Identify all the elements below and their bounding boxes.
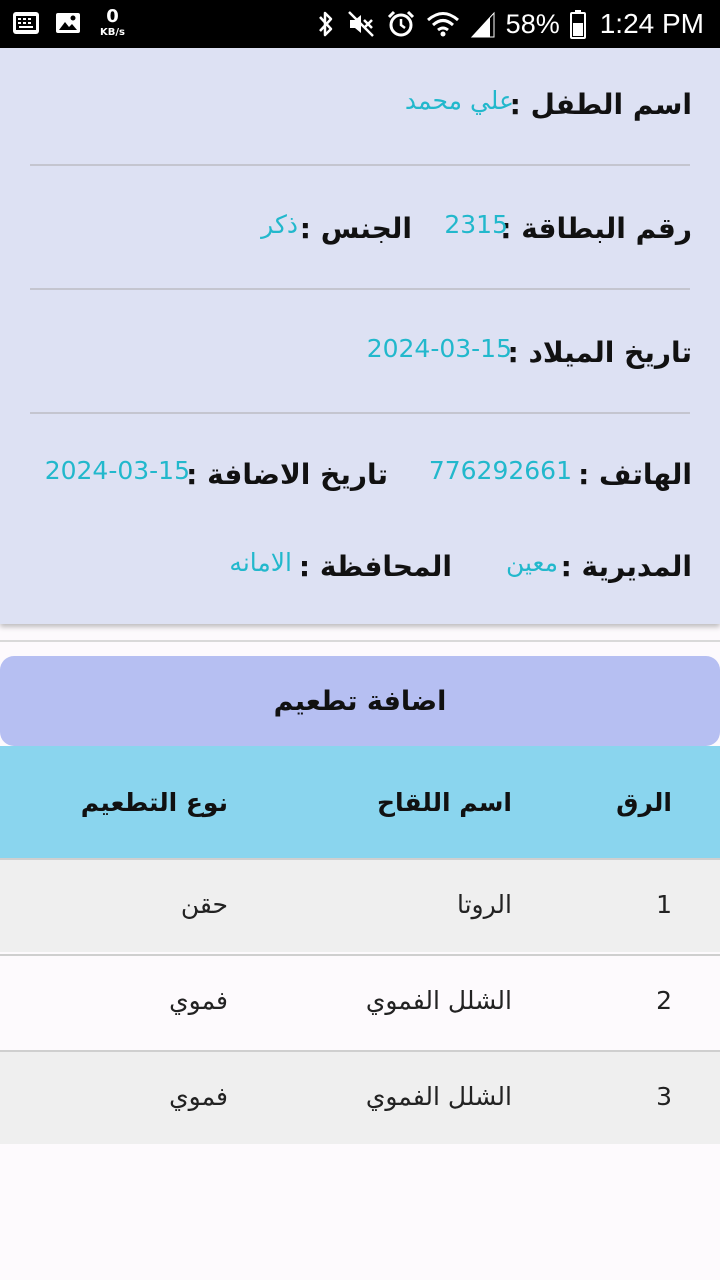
signal-icon [470,11,495,38]
cell-number: 1 [656,890,672,919]
bluetooth-icon [318,11,332,37]
table-row[interactable]: 3 الشلل الفموي فموي [0,1050,720,1144]
cell-vaccination-type: حقن [180,890,228,919]
card-number-value: 2315 [444,210,508,239]
cell-vaccine-name: الشلل الفموي [365,986,512,1015]
header-number: الرق [616,788,672,817]
clock: 1:24 PM [599,8,704,39]
add-date-label: تاريخ الاضافة : [186,458,388,491]
network-speed-unit: KB/s [100,27,125,38]
add-vaccination-button[interactable]: اضافة تطعيم [0,656,720,746]
wifi-icon [426,12,459,37]
gender-value: ذكر [261,210,298,239]
birth-date-label: تاريخ الميلاد : [507,336,692,369]
gender-label: الجنس : [299,212,412,245]
table-row[interactable]: 2 الشلل الفموي فموي [0,954,720,1048]
divider [30,412,690,414]
network-speed-value: 0 [106,6,119,27]
child-name-label: اسم الطفل : [509,88,692,121]
table-header: الرق اسم اللقاح نوع التطعيم [0,746,720,858]
divider [0,640,720,642]
cell-vaccination-type: فموي [169,986,228,1015]
network-speed: 0 KB/s [100,8,125,38]
directorate-label: المديرية : [560,550,692,583]
card-number-label: رقم البطاقة : [500,212,692,245]
keyboard-icon [13,12,39,34]
header-vaccination-type: نوع التطعيم [80,788,228,817]
governorate-value: الامانه [229,548,292,577]
directorate-value: معين [505,548,558,577]
child-name-value: علي محمد [404,86,514,115]
mute-icon [347,11,374,37]
cell-number: 3 [656,1082,672,1111]
cell-number: 2 [656,986,672,1015]
cell-vaccine-name: الشلل الفموي [365,1082,512,1111]
divider [30,288,690,290]
phone-value: 776292661 [428,456,572,485]
governorate-label: المحافظة : [298,550,452,583]
cell-vaccination-type: فموي [169,1082,228,1111]
add-date-value: 2024-03-15 [44,456,190,485]
status-bar: 0 KB/s 58% 1:24 PM [0,0,720,48]
cell-vaccine-name: الروتا [456,890,512,919]
header-vaccine-name: اسم اللقاح [376,788,512,817]
table-row[interactable]: 1 الروتا حقن [0,858,720,952]
add-vaccination-label: اضافة تطعيم [273,685,447,717]
divider [30,164,690,166]
battery-percent: 58% [505,8,560,39]
battery-icon [569,10,586,39]
image-icon [56,13,80,33]
alarm-icon [387,10,414,37]
birth-date-value: 2024-03-15 [366,334,512,363]
child-info-card: اسم الطفل : علي محمد رقم البطاقة : 2315 … [0,48,720,624]
phone-label: الهاتف : [578,458,692,491]
